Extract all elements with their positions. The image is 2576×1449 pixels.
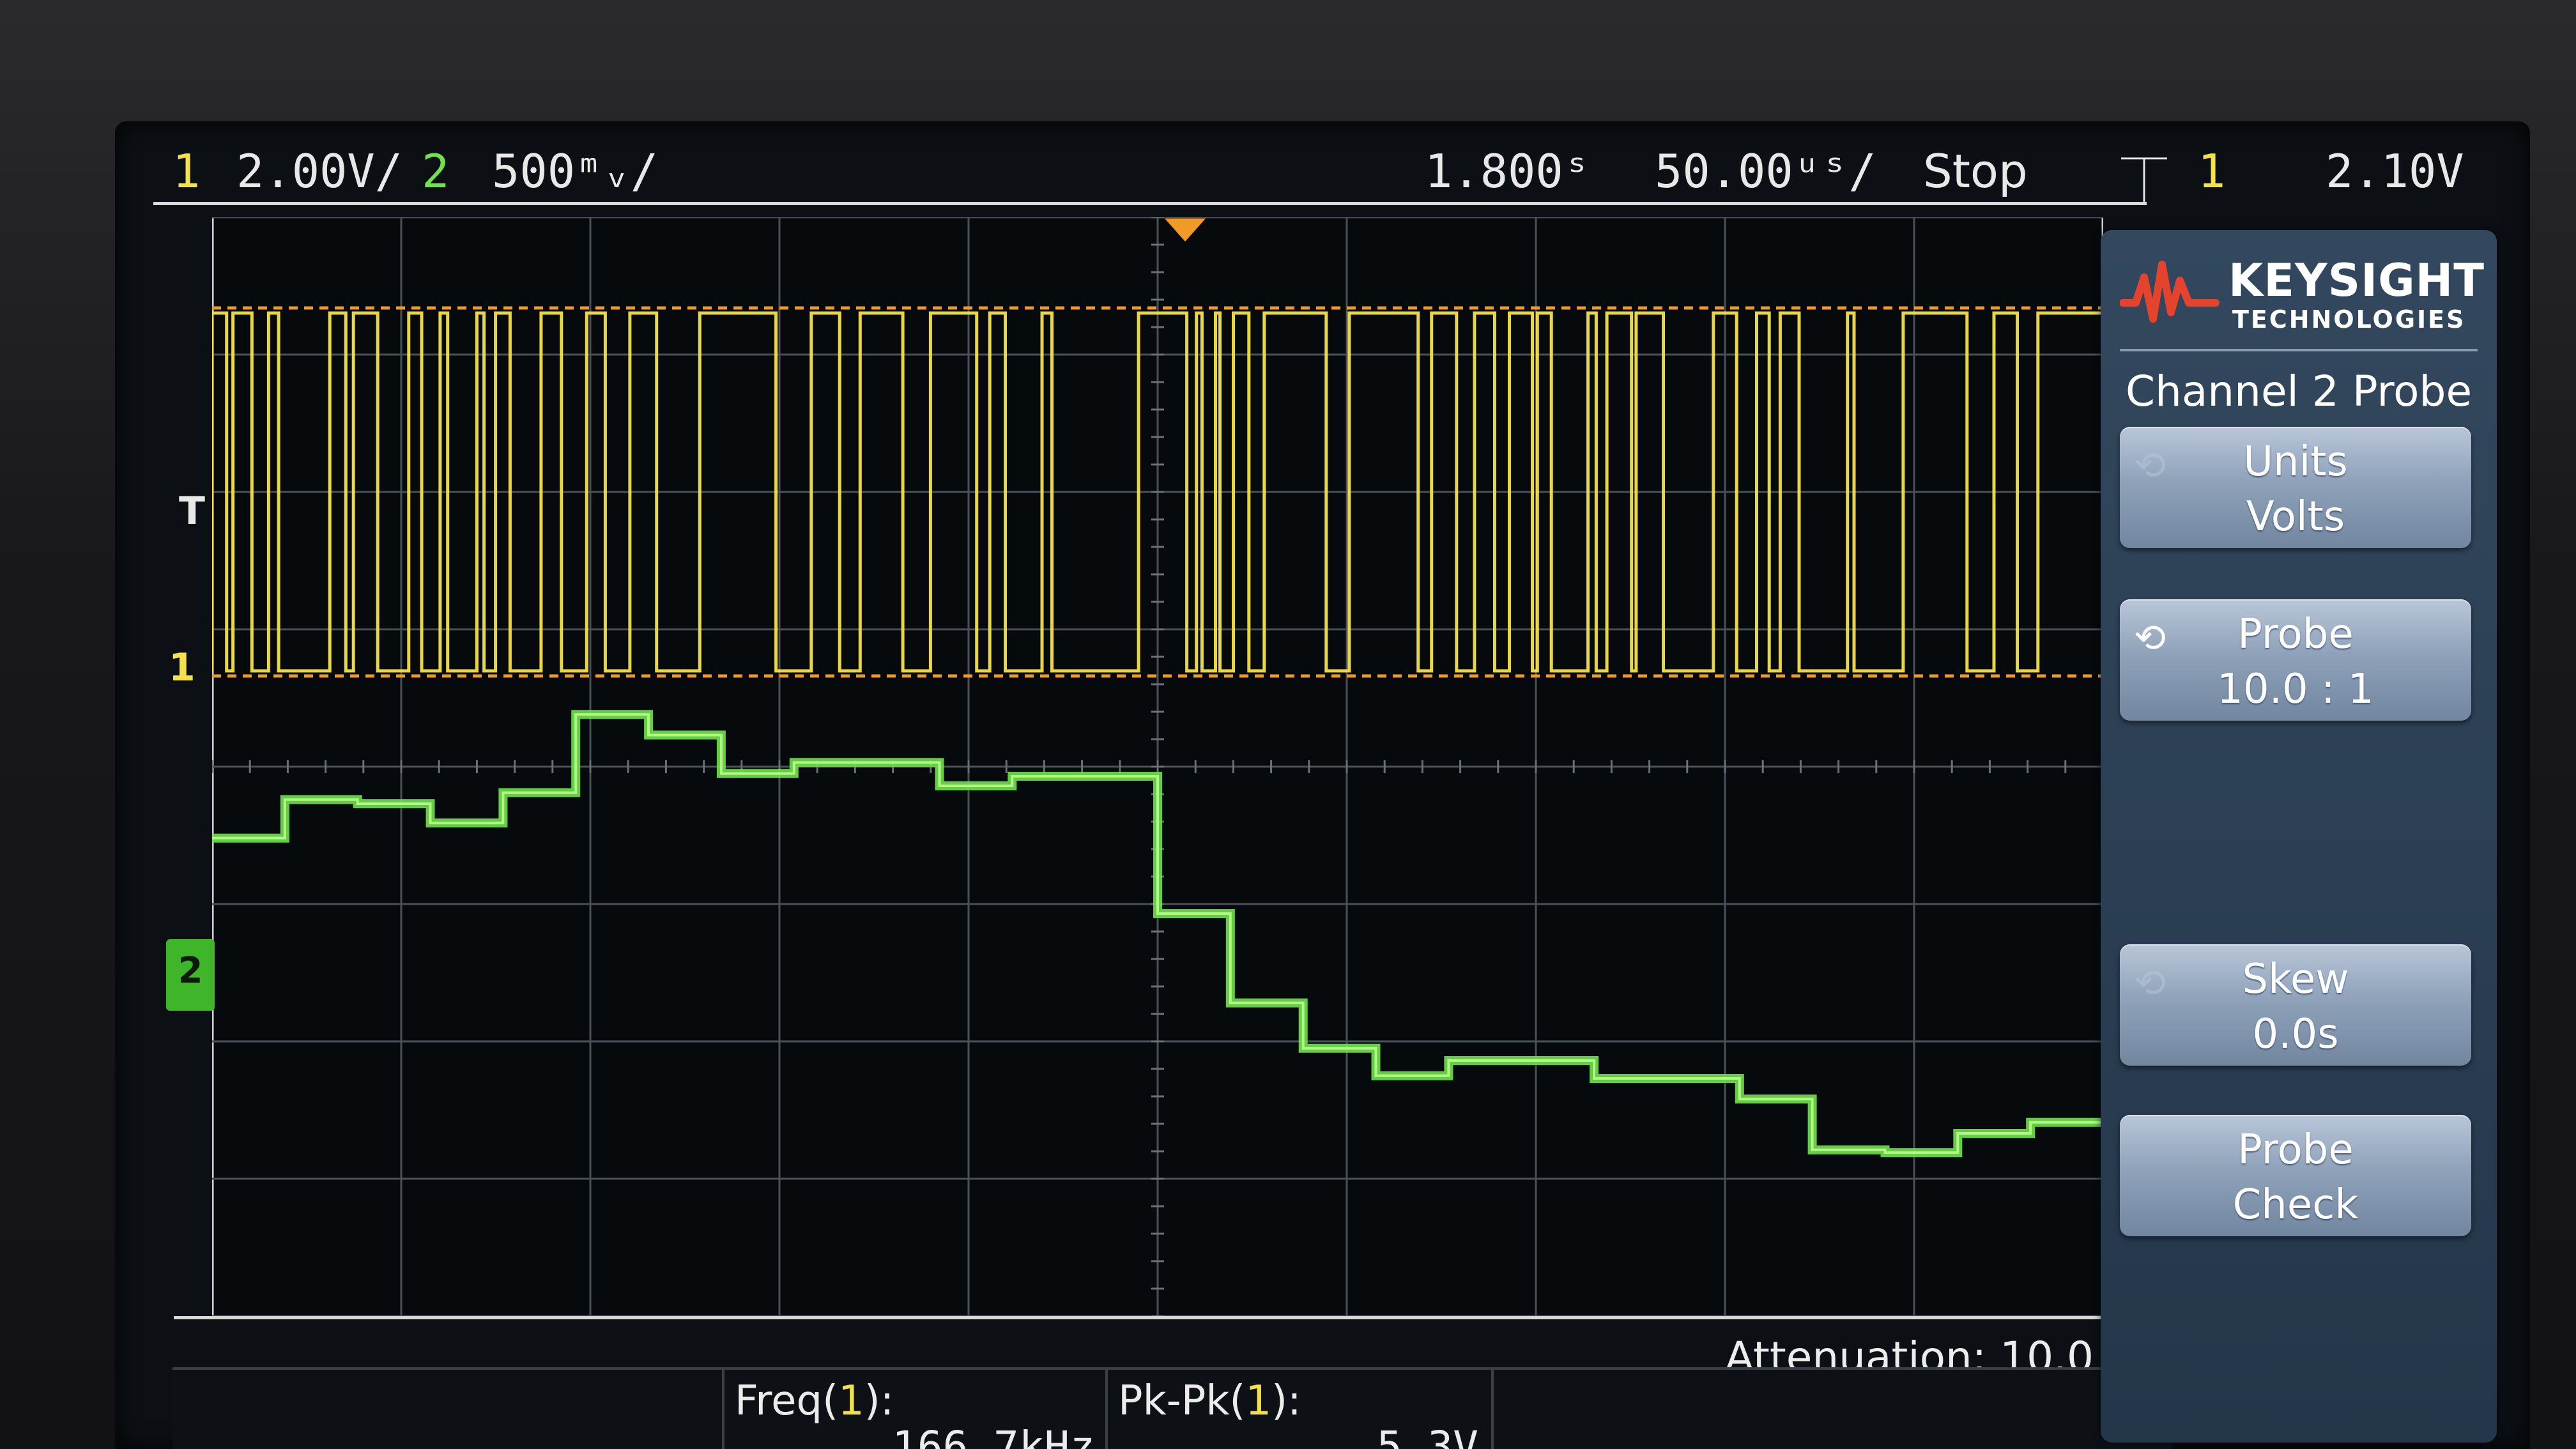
menu-title: Channel 2 Probe: [2125, 367, 2472, 416]
trigger-level-marker: T: [179, 489, 205, 533]
keysight-wave-icon: [2120, 261, 2220, 323]
trigger-level: 2.10V: [2326, 144, 2464, 198]
brand-name: KEYSIGHT: [2228, 254, 2485, 307]
ch2-vertical-scale: 500ᵐᵥ/: [492, 144, 659, 198]
ch2-number: 2: [422, 144, 450, 198]
measurement-pkpk: Pk-Pk(1): 5.3V: [1105, 1370, 1494, 1449]
waveform-graticule: [212, 217, 2103, 1316]
softkey-value: Check: [2232, 1181, 2359, 1229]
probe-attenuation-softkey[interactable]: ⟲ Probe 10.0 : 1: [2120, 599, 2471, 721]
softkey-label: Probe: [2237, 1126, 2354, 1174]
run-state: Stop: [1923, 144, 2028, 198]
time-delay: 1.800ˢ: [1425, 144, 1591, 198]
trigger-source: 1: [2198, 144, 2226, 198]
measurement-freq: Freq(1): 166.7kHz: [722, 1370, 1108, 1449]
trigger-position-marker: [1165, 218, 1206, 241]
softkey-menu-panel: KEYSIGHT TECHNOLOGIES Channel 2 Probe ⟲ …: [2101, 230, 2497, 1443]
brand-subtitle: TECHNOLOGIES: [2232, 305, 2466, 334]
graticule-bottom-divider: [174, 1316, 2154, 1319]
units-softkey[interactable]: ⟲ Units Volts: [2120, 427, 2471, 548]
graticule-grid: [212, 217, 2103, 1316]
softkey-label: Probe: [2237, 611, 2354, 658]
measurement-value: 5.3V: [1377, 1422, 1478, 1449]
measurement-label: Pk-Pk(1):: [1118, 1377, 1301, 1425]
measurement-bar: Freq(1): 166.7kHz Pk-Pk(1): 5.3V: [172, 1367, 2172, 1449]
softkey-value: 10.0 : 1: [2217, 666, 2374, 713]
softkey-value: Volts: [2246, 493, 2345, 540]
ch1-ground-marker: 1: [169, 645, 195, 690]
softkey-label: Units: [2243, 438, 2348, 486]
skew-softkey[interactable]: ⟲ Skew 0.0s: [2120, 944, 2471, 1066]
ch1-number: 1: [172, 144, 201, 198]
probe-check-softkey[interactable]: Probe Check: [2120, 1115, 2471, 1236]
ch1-vertical-scale: 2.00V/: [236, 144, 403, 198]
measurement-value: 166.7kHz: [892, 1422, 1095, 1449]
oscilloscope-screen: 1 2.00V/ 2 500ᵐᵥ/ 1.800ˢ 50.00ᵘˢ/ Stop ⏉…: [115, 121, 2530, 1449]
menu-divider: [2120, 349, 2478, 351]
time-scale: 50.00ᵘˢ/: [1655, 144, 1876, 198]
ch2-ground-marker: 2: [166, 939, 215, 1011]
softkey-label: Skew: [2242, 956, 2349, 1003]
keysight-logo: KEYSIGHT TECHNOLOGIES: [2120, 245, 2484, 341]
status-divider: [153, 202, 2147, 205]
status-bar: 1 2.00V/ 2 500ᵐᵥ/ 1.800ˢ 50.00ᵘˢ/ Stop ⏉…: [115, 121, 2530, 217]
measurement-label: Freq(1):: [735, 1377, 894, 1425]
softkey-value: 0.0s: [2252, 1011, 2339, 1058]
